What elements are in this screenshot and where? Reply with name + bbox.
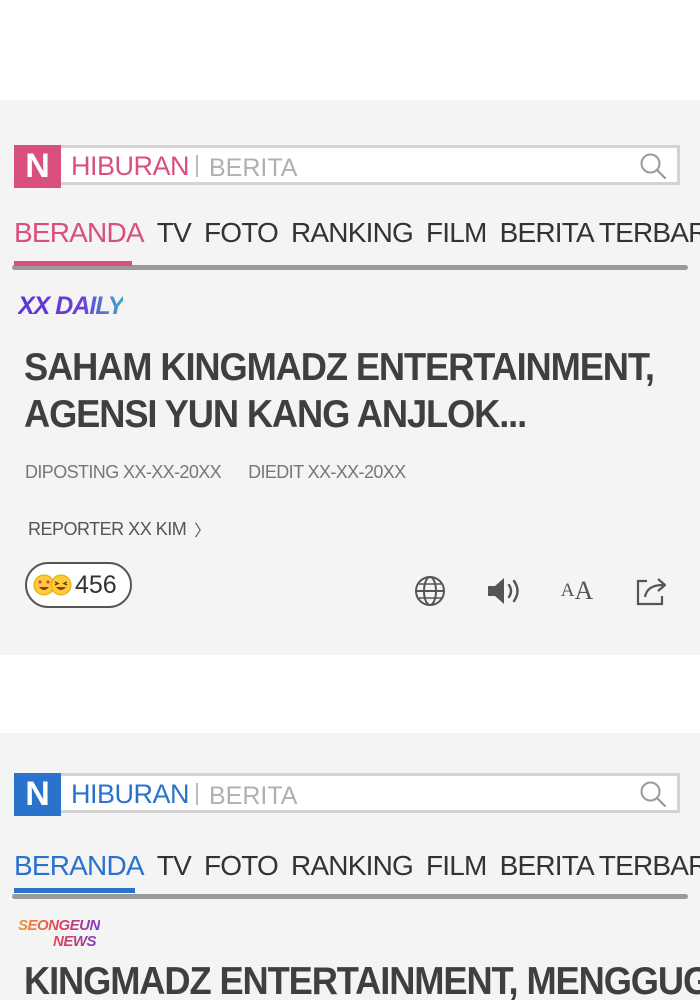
font-size-button[interactable]: AA	[559, 573, 595, 609]
share-icon	[636, 578, 667, 606]
news-source: XX DAILY	[18, 292, 124, 320]
edited-date: DIEDIT XX-XX-20XX	[248, 462, 406, 482]
app-logo[interactable]: N	[14, 773, 61, 816]
nav-tab-tv[interactable]: TV	[157, 215, 192, 251]
news-source: SEONGEUN NEWS	[18, 918, 100, 950]
chevron-right-icon: 〉	[194, 523, 210, 540]
search-bar[interactable]: N HIBURAN BERITA	[14, 145, 680, 188]
nav-tab-berita-terbaru[interactable]: BERITA TERBARU	[500, 215, 700, 251]
headline-line-2: AGENSI YUN KANG ANJLOK...	[24, 393, 527, 436]
article-dates: DIPOSTING XX-XX-20XX DIEDIT XX-XX-20XX	[25, 462, 406, 483]
nav-tab-foto[interactable]: FOTO	[204, 848, 279, 884]
headline-line-1: KINGMADZ ENTERTAINMENT, MENGGUGAT	[24, 960, 700, 1000]
reaction-button[interactable]: 456	[25, 562, 132, 608]
search-icon[interactable]	[639, 780, 667, 808]
subsection-title: BERITA	[209, 782, 298, 810]
font-size-large-icon: A	[574, 576, 594, 605]
subsection-title: BERITA	[209, 154, 298, 182]
app-logo[interactable]: N	[14, 145, 61, 188]
nav-active-indicator	[14, 261, 132, 266]
divider	[196, 783, 198, 805]
section-title: HIBURAN	[71, 151, 190, 181]
nav-tab-film[interactable]: FILM	[426, 848, 487, 884]
news-screen-1: N HIBURAN BERITA BERANDA TV FOTO RANKING…	[0, 100, 700, 655]
nav-active-indicator	[14, 888, 135, 893]
nav-tab-beranda[interactable]: BERANDA	[14, 215, 145, 251]
category-nav: BERANDA TV FOTO RANKING FILM BERITA TERB…	[14, 215, 700, 251]
reaction-count: 456	[75, 570, 117, 599]
translate-button[interactable]	[412, 573, 448, 609]
search-icon[interactable]	[639, 152, 667, 180]
reporter-link[interactable]: REPORTER XX KIM 〉	[28, 517, 210, 541]
news-source-line-2: NEWS	[53, 933, 96, 950]
search-bar[interactable]: N HIBURAN BERITA	[14, 773, 680, 816]
nav-tab-tv[interactable]: TV	[157, 848, 192, 884]
nav-tab-film[interactable]: FILM	[426, 215, 487, 251]
headline-line-1: SAHAM KINGMADZ ENTERTAINMENT,	[24, 346, 655, 389]
news-source-line-1: SEONGEUN	[18, 917, 100, 934]
speaker-icon	[488, 578, 519, 604]
nav-tab-ranking[interactable]: RANKING	[291, 848, 414, 884]
nav-underline	[12, 894, 688, 899]
category-nav: BERANDA TV FOTO RANKING FILM BERITA TERB…	[14, 848, 700, 884]
news-screen-2: N HIBURAN BERITA BERANDA TV FOTO RANKING…	[0, 733, 700, 1000]
posted-date: DIPOSTING XX-XX-20XX	[25, 462, 222, 482]
globe-icon	[415, 576, 445, 606]
laughing-emoji-icon	[50, 574, 72, 596]
divider	[196, 155, 198, 177]
reporter-name: REPORTER XX KIM	[28, 518, 187, 539]
listen-button[interactable]	[486, 573, 522, 609]
nav-tab-ranking[interactable]: RANKING	[291, 215, 414, 251]
nav-tab-berita-terbaru[interactable]: BERITA TERBARU	[500, 848, 700, 884]
font-size-small-icon: A	[560, 580, 575, 601]
section-title: HIBURAN	[71, 779, 190, 809]
nav-tab-foto[interactable]: FOTO	[204, 215, 279, 251]
share-button[interactable]	[634, 573, 670, 609]
nav-tab-beranda[interactable]: BERANDA	[14, 848, 145, 884]
